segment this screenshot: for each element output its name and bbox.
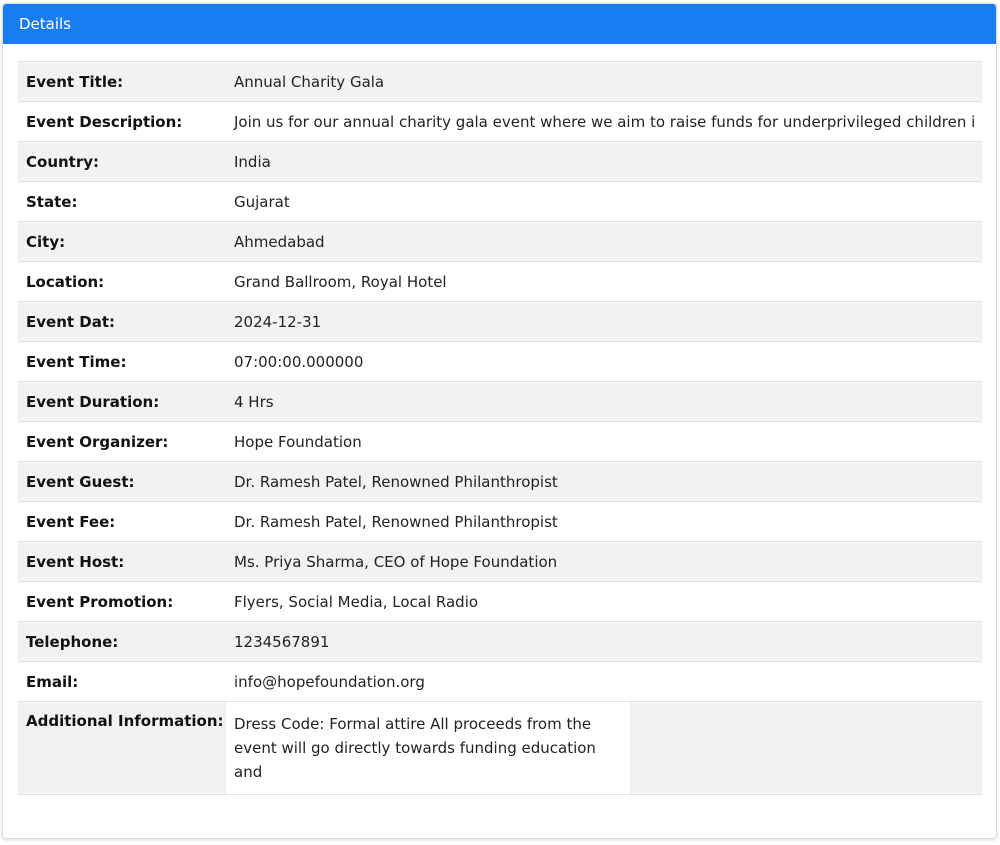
- details-table-wrapper: Event Title: Annual Charity Gala Event D…: [18, 61, 982, 795]
- details-table: Event Title: Annual Charity Gala Event D…: [18, 61, 982, 795]
- label-event-host: Event Host:: [26, 552, 125, 571]
- row-telephone: Telephone: 1234567891: [18, 621, 982, 662]
- value-email: info@hopefoundation.org: [234, 672, 425, 691]
- card-header-title: Details: [3, 4, 996, 44]
- row-event-title: Event Title: Annual Charity Gala: [18, 61, 982, 102]
- label-event-title: Event Title:: [26, 72, 124, 91]
- row-city: City: Ahmedabad: [18, 221, 982, 262]
- value-country: India: [234, 152, 271, 171]
- row-location: Location: Grand Ballroom, Royal Hotel: [18, 261, 982, 302]
- value-state: Gujarat: [234, 192, 290, 211]
- value-event-duration: 4 Hrs: [234, 392, 274, 411]
- label-event-duration: Event Duration:: [26, 392, 160, 411]
- label-city: City:: [26, 232, 66, 251]
- label-event-guest: Event Guest:: [26, 472, 135, 491]
- row-additional-information: Additional Information: Dress Code: Form…: [18, 701, 982, 795]
- row-event-description: Event Description: Join us for our annua…: [18, 101, 982, 142]
- value-city: Ahmedabad: [234, 232, 325, 251]
- value-additional-information-cell: Dress Code: Formal attire All proceeds f…: [226, 702, 982, 795]
- value-event-guest: Dr. Ramesh Patel, Renowned Philanthropis…: [234, 472, 558, 491]
- row-event-organizer: Event Organizer: Hope Foundation: [18, 421, 982, 462]
- label-telephone: Telephone:: [26, 632, 119, 651]
- label-event-organizer: Event Organizer:: [26, 432, 169, 451]
- row-event-duration: Event Duration: 4 Hrs: [18, 381, 982, 422]
- row-event-date: Event Dat: 2024-12-31: [18, 301, 982, 342]
- row-event-promotion: Event Promotion: Flyers, Social Media, L…: [18, 581, 982, 622]
- value-event-promotion: Flyers, Social Media, Local Radio: [234, 592, 479, 611]
- label-event-description: Event Description:: [26, 112, 183, 131]
- label-event-fee: Event Fee:: [26, 512, 116, 531]
- row-country: Country: India: [18, 141, 982, 182]
- value-event-title: Annual Charity Gala: [234, 72, 385, 91]
- value-event-date: 2024-12-31: [234, 312, 322, 331]
- row-email: Email: info@hopefoundation.org: [18, 661, 982, 702]
- row-event-guest: Event Guest: Dr. Ramesh Patel, Renowned …: [18, 461, 982, 502]
- row-state: State: Gujarat: [18, 181, 982, 222]
- value-event-description: Join us for our annual charity gala even…: [234, 112, 976, 131]
- details-card: Details Event Title: Annual Charity Gala…: [2, 3, 997, 839]
- value-additional-information: Dress Code: Formal attire All proceeds f…: [226, 702, 630, 794]
- value-telephone: 1234567891: [234, 632, 330, 651]
- value-location: Grand Ballroom, Royal Hotel: [234, 272, 447, 291]
- label-event-promotion: Event Promotion:: [26, 592, 174, 611]
- label-state: State:: [26, 192, 78, 211]
- row-event-host: Event Host: Ms. Priya Sharma, CEO of Hop…: [18, 541, 982, 582]
- label-event-time: Event Time:: [26, 352, 127, 371]
- value-event-organizer: Hope Foundation: [234, 432, 362, 451]
- label-country: Country:: [26, 152, 100, 171]
- value-event-host: Ms. Priya Sharma, CEO of Hope Foundation: [234, 552, 558, 571]
- row-event-fee: Event Fee: Dr. Ramesh Patel, Renowned Ph…: [18, 501, 982, 542]
- label-location: Location:: [26, 272, 105, 291]
- label-event-date: Event Dat:: [26, 312, 116, 331]
- label-additional-information: Additional Information:: [26, 712, 224, 730]
- value-event-fee: Dr. Ramesh Patel, Renowned Philanthropis…: [234, 512, 558, 531]
- row-event-time: Event Time: 07:00:00.000000: [18, 341, 982, 382]
- label-email: Email:: [26, 672, 79, 691]
- value-event-time: 07:00:00.000000: [234, 352, 364, 371]
